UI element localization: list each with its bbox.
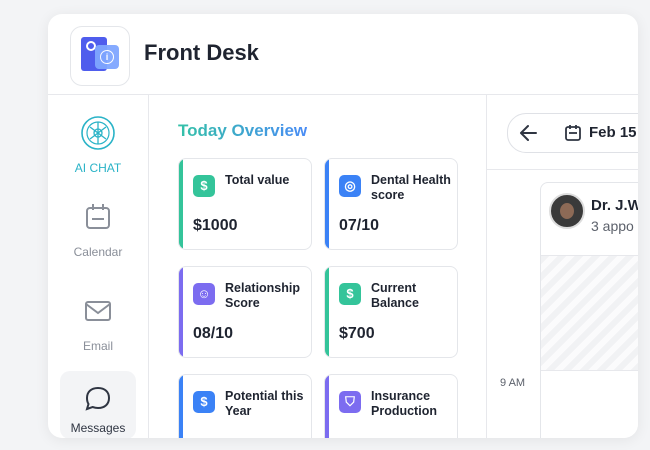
previous-day-button[interactable]: [507, 113, 551, 153]
selected-date: Feb 15: [589, 124, 637, 141]
metric-card-current-balance[interactable]: $ Current Balance $700: [324, 266, 458, 358]
sidebar-item-ai-chat[interactable]: AI CHAT: [60, 111, 136, 179]
today-overview-panel: Today Overview $ Total value $1000 ◎ Den…: [148, 95, 487, 438]
metric-label: Relationship Score: [225, 281, 301, 310]
smile-icon: ☺: [193, 283, 215, 305]
metric-value: 08/10: [193, 325, 234, 342]
doctor-name: Dr. J.W: [591, 197, 638, 214]
metric-value: 07/10: [339, 217, 380, 234]
app-header: i Front Desk: [48, 14, 638, 95]
doctor-column[interactable]: Dr. J.W 3 appo: [540, 182, 638, 438]
app-title: Front Desk: [144, 40, 259, 65]
metric-label: Dental Health score: [371, 173, 451, 202]
avatar: [549, 193, 585, 229]
sidebar-item-label: Email: [82, 339, 113, 353]
sidebar-item-messages[interactable]: Messages: [60, 371, 136, 438]
metric-card-dental-health[interactable]: ◎ Dental Health score 07/10: [324, 158, 458, 250]
metric-label: Potential this Year: [225, 389, 304, 418]
sidebar-item-label: AI CHAT: [74, 161, 122, 175]
shield-icon: ⛉: [339, 391, 361, 413]
sidebar-nav: AI CHAT Calendar Email Messages: [48, 95, 149, 438]
calendar-panel: Feb 15 Dr. J.W 3 appo 9 AM: [487, 95, 638, 438]
sidebar-item-label: Calendar: [73, 245, 123, 259]
metric-label: Current Balance: [371, 281, 419, 310]
dollar-icon: $: [193, 391, 215, 413]
dollar-icon: $: [193, 175, 215, 197]
date-picker-button[interactable]: Feb 15: [549, 113, 638, 153]
arrow-left-icon: [520, 125, 537, 141]
calendar-icon: [86, 204, 110, 229]
time-label: 9 AM: [500, 377, 526, 389]
metric-label: Insurance Production: [371, 389, 437, 418]
ai-knot-icon: [81, 116, 115, 150]
sidebar-item-calendar[interactable]: Calendar: [60, 195, 136, 263]
mail-icon: [85, 301, 111, 321]
sidebar-item-label: Messages: [70, 421, 126, 435]
dollar-icon: $: [339, 283, 361, 305]
front-desk-logo-icon: i: [70, 26, 130, 86]
metric-value: $700: [339, 325, 375, 342]
appointment-count: 3 appo: [591, 218, 634, 234]
sidebar-item-email[interactable]: Email: [60, 289, 136, 357]
metric-card-potential-this-year[interactable]: $ Potential this Year: [178, 374, 312, 438]
metric-card-relationship-score[interactable]: ☺ Relationship Score 08/10: [178, 266, 312, 358]
metric-card-total-value[interactable]: $ Total value $1000: [178, 158, 312, 250]
app-window: i Front Desk AI CHAT Calendar Email Mess…: [48, 14, 638, 438]
overview-title: Today Overview: [178, 121, 308, 140]
calendar-toolbar: Feb 15: [487, 95, 638, 170]
metric-value: $1000: [193, 217, 238, 234]
target-icon: ◎: [339, 175, 361, 197]
chat-bubble-icon: [85, 386, 111, 411]
calendar-icon: [565, 125, 581, 141]
metric-card-insurance-production[interactable]: ⛉ Insurance Production: [324, 374, 458, 438]
metric-label: Total value: [225, 173, 290, 187]
blocked-time-slot: [541, 255, 638, 371]
